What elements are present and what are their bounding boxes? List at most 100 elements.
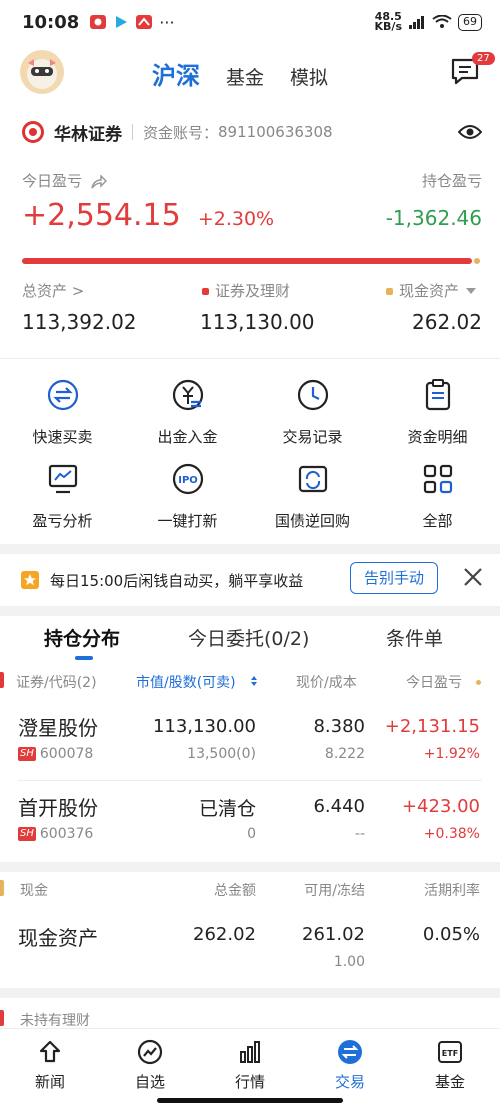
grid-item-all[interactable]: 全部 <box>375 462 500 531</box>
market-tag: SH <box>18 747 36 761</box>
nav-news[interactable]: 新闻 <box>0 1039 100 1092</box>
tab-hushen[interactable]: 沪深 <box>152 56 200 91</box>
total-assets-value: 113,392.02 <box>22 310 137 334</box>
grid-item-bond-repo[interactable]: 国债逆回购 <box>250 462 375 531</box>
trade-icon <box>338 1040 362 1064</box>
news-icon <box>39 1040 61 1063</box>
market-value: 已清仓 <box>198 798 256 820</box>
today-pnl-pct: +0.38% <box>423 826 480 842</box>
bottom-nav: 新闻 自选 行情 交易 ETF 基金 <box>0 1028 500 1098</box>
securities-dot-icon <box>202 288 209 295</box>
today-pnl: +423.00 <box>401 796 480 817</box>
account-number: 891100636308 <box>218 123 333 141</box>
trend-icon <box>137 1039 163 1065</box>
col-available-frozen: 可用/冻结 <box>304 883 365 899</box>
yuan-transfer-icon <box>172 379 203 411</box>
section-divider <box>0 862 500 872</box>
section-accent <box>0 1010 4 1026</box>
grid-item-transfer[interactable]: 出金入金 <box>125 378 250 447</box>
nav-fund[interactable]: ETF 基金 <box>400 1039 500 1092</box>
swap-icon <box>47 379 78 411</box>
nav-label: 行情 <box>234 1073 265 1091</box>
grid-item-fund-details[interactable]: 资金明细 <box>375 378 500 447</box>
stock-code: 600376 <box>39 826 94 842</box>
holdings-table-header: 证券/代码(2) 市值/股数(可卖) 现价/成本 今日盈亏 <box>0 664 500 696</box>
dropdown-icon[interactable] <box>465 286 477 296</box>
stock-name: 首开股份 <box>18 796 98 820</box>
clock-icon <box>297 379 328 411</box>
promo-banner[interactable]: 每日15:00后闲钱自动买，躺平享收益 告别手动 <box>0 560 500 600</box>
close-icon[interactable] <box>462 566 484 588</box>
today-pnl-value: +2,554.15 <box>22 198 181 233</box>
nav-watchlist[interactable]: 自选 <box>100 1039 200 1092</box>
top-nav: 沪深 基金 模拟 27 <box>0 50 500 96</box>
grid-label: 资金明细 <box>407 428 468 446</box>
cash-frozen: 1.00 <box>333 954 365 970</box>
col-dot <box>476 680 481 685</box>
tab-fund[interactable]: 基金 <box>226 63 264 90</box>
nav-market[interactable]: 行情 <box>200 1039 300 1092</box>
col-rate: 活期利率 <box>424 883 480 899</box>
section-divider <box>0 606 500 616</box>
nav-trade[interactable]: 交易 <box>300 1039 400 1092</box>
divider <box>0 358 500 359</box>
eye-icon[interactable] <box>458 123 482 141</box>
cash-total: 262.02 <box>193 924 256 945</box>
table-row[interactable]: 澄星股份 SH 600078 113,130.00 13,500(0) 8.380… <box>0 706 500 778</box>
promo-button[interactable]: 告别手动 <box>350 562 438 594</box>
nav-label: 基金 <box>434 1073 465 1091</box>
grid-item-pnl-analysis[interactable]: 盈亏分析 <box>0 462 125 531</box>
market-tag: SH <box>18 827 36 841</box>
col-total: 总金额 <box>214 883 256 899</box>
share-icon[interactable] <box>91 173 107 189</box>
col-today-pnl: 今日盈亏 <box>406 675 462 691</box>
grid-label: 国债逆回购 <box>274 512 350 530</box>
today-pnl-pct: +2.30% <box>197 208 275 230</box>
section-divider <box>0 544 500 554</box>
grid-label: 交易记录 <box>282 428 343 446</box>
col-market-value[interactable]: 市值/股数(可卖) <box>136 672 236 692</box>
section-divider <box>0 988 500 998</box>
etf-icon: ETF <box>438 1041 462 1063</box>
grid-item-trade-records[interactable]: 交易记录 <box>250 378 375 447</box>
cash-row[interactable]: 现金资产 262.02 261.02 1.00 0.05% <box>0 914 500 980</box>
cash-available: 261.02 <box>302 924 365 945</box>
message-badge: 27 <box>472 52 495 65</box>
star-badge-icon <box>21 571 39 589</box>
divider <box>132 124 133 140</box>
net-unit: KB/s <box>374 20 402 33</box>
nav-label: 自选 <box>134 1073 165 1091</box>
grid-label: 盈亏分析 <box>32 512 93 530</box>
svg-text:IPO: IPO <box>178 475 198 486</box>
battery-indicator: 69 <box>458 13 482 31</box>
section-accent <box>0 672 4 688</box>
tab-simulate[interactable]: 模拟 <box>290 63 328 90</box>
today-pnl-label: 今日盈亏 <box>22 172 83 190</box>
account-label: 资金账号： <box>143 123 219 142</box>
securities-value: 113,130.00 <box>200 310 315 334</box>
tab-conditional-orders[interactable]: 条件单 <box>386 624 443 651</box>
status-bar: 10:08 ··· 48.5 KB/s 69 <box>0 0 500 44</box>
holdings-tabs: 持仓分布 今日委托(0/2) 条件单 <box>0 620 500 664</box>
tab-today-orders[interactable]: 今日委托(0/2) <box>188 624 309 651</box>
cash-assets-label: 现金资产 <box>399 282 460 300</box>
grid-icon <box>423 464 452 494</box>
total-assets-label[interactable]: 总资产 > <box>22 280 84 301</box>
grid-item-ipo[interactable]: IPO 一键打新 <box>125 462 250 531</box>
col-price-cost: 现价/成本 <box>296 675 357 691</box>
hold-pnl-label: 持仓盈亏 <box>421 172 482 190</box>
sort-icon[interactable] <box>250 675 258 687</box>
grid-item-quick-trade[interactable]: 快速买卖 <box>0 378 125 447</box>
pnl-values: +2,554.15 +2.30% -1,362.46 <box>22 198 482 240</box>
shares: 13,500(0) <box>187 746 256 762</box>
active-tab-indicator <box>75 656 93 660</box>
table-row[interactable]: 首开股份 SH 600376 已清仓 0 6.440 -- +423.00 +0.… <box>0 786 500 858</box>
nav-label: 交易 <box>334 1073 365 1091</box>
home-indicator[interactable] <box>157 1098 343 1103</box>
current-price: 6.440 <box>313 796 365 817</box>
bars-icon <box>240 1041 260 1063</box>
broker-logo-icon <box>22 121 44 143</box>
avatar[interactable] <box>20 50 64 94</box>
tab-holdings[interactable]: 持仓分布 <box>44 624 120 651</box>
app-notification-icon <box>90 15 107 29</box>
